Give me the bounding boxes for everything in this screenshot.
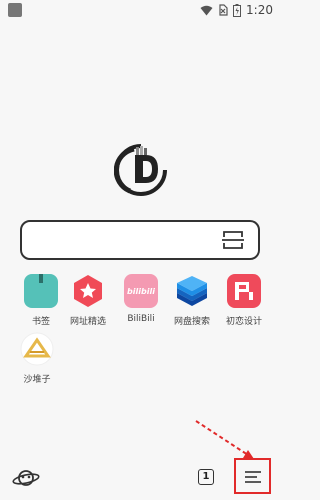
search-input[interactable]: [20, 220, 260, 260]
menu-icon: [245, 471, 261, 483]
bottom-toolbar: 1: [0, 430, 281, 500]
wifi-icon: [200, 5, 213, 15]
browser-home-screen: 1:20 书签 网址精选 bilibili BiliBili 网盘搜索 初恋设计…: [0, 0, 281, 500]
browser-logo-icon: [114, 144, 167, 196]
shortcut-label: 初恋设计: [225, 317, 262, 327]
planet-icon[interactable]: [12, 467, 40, 489]
bilibili-logo-text: bilibili: [127, 286, 155, 296]
shortcut-label: BiliBili: [127, 314, 155, 324]
shortcut-cloud-search[interactable]: 网盘搜索: [166, 274, 218, 327]
tabs-button[interactable]: 1: [198, 469, 214, 485]
shortcut-bookmarks[interactable]: 书签: [15, 274, 67, 327]
shortcut-label: 沙堆子: [23, 375, 51, 385]
sand-logo-icon: [20, 332, 54, 366]
shortcut-shaduizi[interactable]: 沙堆子: [11, 332, 63, 385]
scan-icon[interactable]: [222, 230, 244, 250]
notification-icon: [8, 3, 22, 17]
battery-icon: [233, 3, 242, 17]
no-sim-icon: [219, 4, 228, 16]
star-hexagon-icon: [71, 274, 105, 308]
status-bar: 1:20: [0, 0, 281, 20]
status-time: 1:20: [246, 3, 273, 17]
layers-icon: [175, 274, 209, 308]
shortcut-chulian-design[interactable]: 初恋设计: [218, 274, 270, 327]
shortcut-label: 网址精选: [69, 317, 106, 327]
shortcut-url-picks[interactable]: 网址精选: [62, 274, 114, 327]
shortcut-bilibili[interactable]: bilibili BiliBili: [115, 274, 167, 324]
p-logo-icon: [227, 274, 261, 308]
shortcut-label: 网盘搜索: [173, 317, 210, 327]
menu-button[interactable]: [234, 458, 271, 494]
tab-count: 1: [202, 471, 210, 482]
bookmark-icon: [24, 274, 58, 308]
shortcut-label: 书签: [31, 317, 50, 327]
bilibili-icon: bilibili: [124, 274, 158, 308]
